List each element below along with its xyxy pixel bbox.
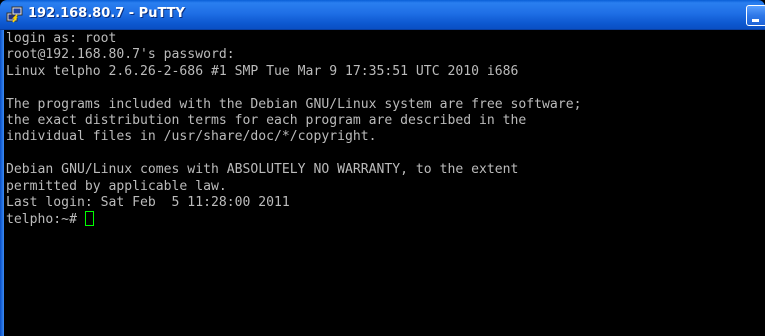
putty-window: 192.168.80.7 - PuTTY login as: root root…: [0, 0, 765, 336]
terminal-screen[interactable]: login as: root root@192.168.80.7's passw…: [6, 30, 765, 336]
minimize-icon: [752, 19, 759, 22]
minimize-button[interactable]: [746, 5, 765, 26]
terminal-line: Debian GNU/Linux comes with ABSOLUTELY N…: [6, 162, 519, 178]
putty-icon: [6, 6, 23, 23]
terminal-line: individual files in /usr/share/doc/*/cop…: [6, 129, 377, 145]
terminal-line: Last login: Sat Feb 5 11:28:00 2011: [6, 194, 290, 210]
terminal-line: login as: root: [6, 31, 117, 46]
terminal-line: permitted by applicable law.: [6, 178, 227, 194]
terminal-line: root@192.168.80.7's password:: [6, 47, 235, 63]
terminal-line: Linux telpho 2.6.26-2-686 #1 SMP Tue Mar…: [6, 63, 519, 79]
prompt-line[interactable]: telpho:~#: [6, 211, 765, 227]
terminal-line: The programs included with the Debian GN…: [6, 96, 582, 112]
window-border: [0, 30, 4, 336]
window-title: 192.168.80.7 - PuTTY: [28, 6, 185, 21]
title-bar[interactable]: 192.168.80.7 - PuTTY: [0, 0, 765, 30]
terminal-cursor: [84, 211, 94, 227]
shell-prompt: telpho:~#: [6, 212, 85, 228]
terminal-line: the exact distribution terms for each pr…: [6, 112, 527, 128]
